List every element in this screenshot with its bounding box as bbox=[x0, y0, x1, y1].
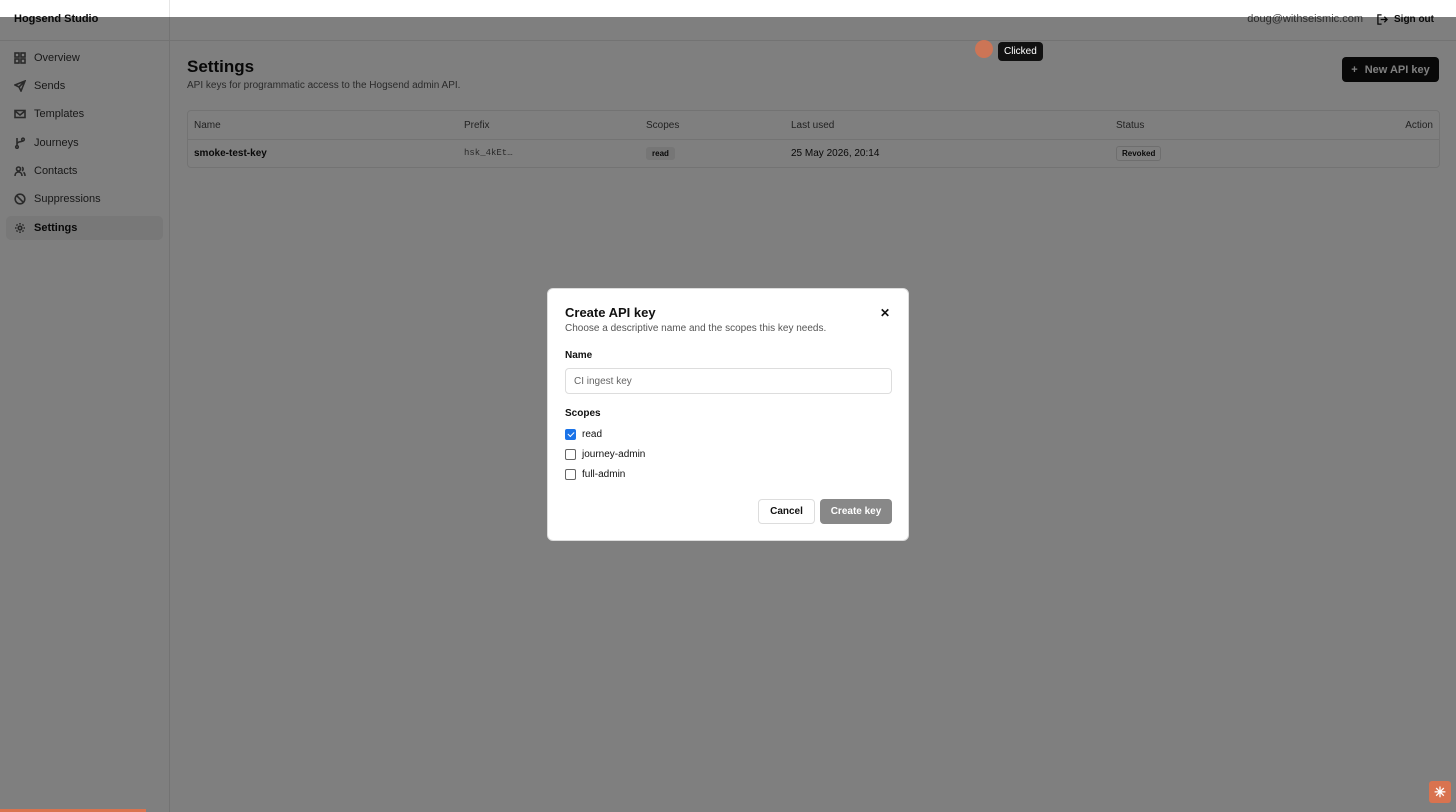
scope-option-journey-admin[interactable]: journey-admin bbox=[565, 449, 645, 460]
create-api-key-dialog: Create API key Choose a descriptive name… bbox=[547, 288, 909, 541]
click-tooltip: Clicked bbox=[998, 42, 1043, 61]
name-label: Name bbox=[565, 350, 593, 361]
dialog-title: Create API key bbox=[565, 305, 656, 320]
checkbox[interactable] bbox=[565, 469, 576, 480]
click-indicator bbox=[975, 40, 993, 58]
scope-label: journey-admin bbox=[582, 449, 646, 460]
checkbox-checked[interactable] bbox=[565, 429, 576, 440]
scope-option-read[interactable]: read bbox=[565, 429, 602, 440]
name-input[interactable] bbox=[565, 368, 892, 394]
checkbox[interactable] bbox=[565, 449, 576, 460]
dialog-description: Choose a descriptive name and the scopes… bbox=[565, 323, 827, 334]
create-key-button[interactable]: Create key bbox=[820, 499, 892, 524]
scope-label: full-admin bbox=[582, 469, 626, 480]
scope-option-full-admin[interactable]: full-admin bbox=[565, 469, 625, 480]
scopes-label: Scopes bbox=[565, 408, 601, 419]
sparkle-icon[interactable]: ✳ bbox=[1429, 781, 1451, 803]
scope-label: read bbox=[582, 429, 603, 440]
cancel-button[interactable]: Cancel bbox=[758, 499, 815, 524]
close-icon[interactable]: ✕ bbox=[880, 306, 890, 320]
